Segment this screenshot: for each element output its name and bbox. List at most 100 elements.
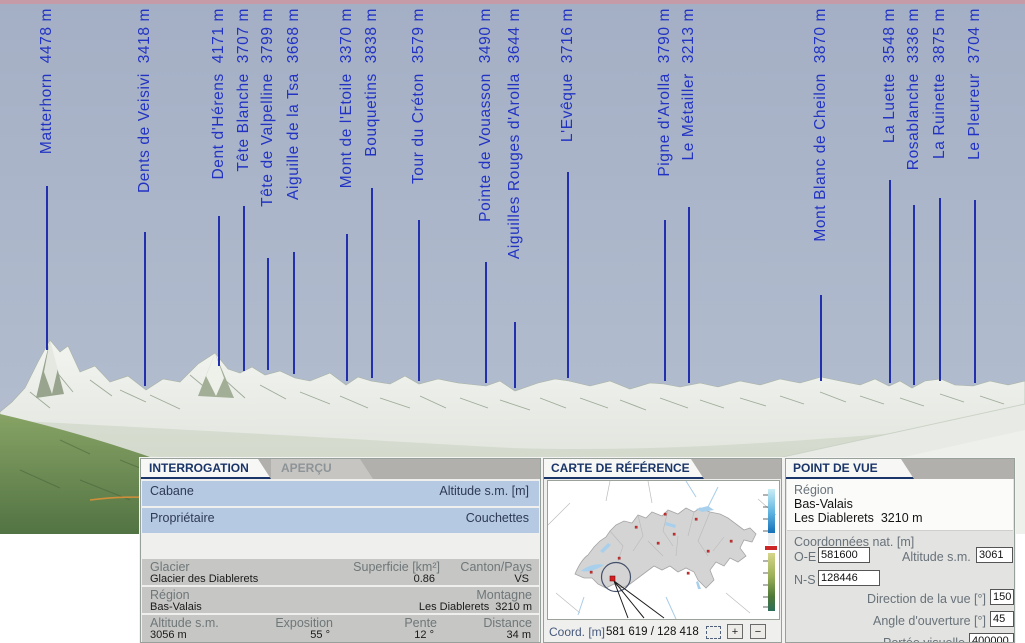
tab-interrogation-label: INTERROGATION <box>149 461 249 475</box>
map-panel-titlebar: CARTE DE RÉFÉRENCE <box>544 459 781 479</box>
altitude-input[interactable] <box>976 547 1013 563</box>
peak-leader-line <box>974 200 976 383</box>
peak-leader-line <box>243 206 245 371</box>
peak-label: Aiguille de la Tsa 3668 m <box>284 8 303 200</box>
viewpoint-dot <box>610 576 615 581</box>
peak-label: Aiguilles Rouges d'Arolla 3644 m <box>505 8 524 259</box>
map-extent-button[interactable] <box>706 626 721 639</box>
hut-altitude-label: Altitude s.m. [m] <box>439 484 529 498</box>
peak-label: Matterhorn 4478 m <box>37 8 56 154</box>
vp-oe-label: O-E <box>794 550 816 564</box>
owner-label: Propriétaire <box>150 511 215 525</box>
aperture-input[interactable] <box>990 611 1014 627</box>
cabane-label: Cabane <box>150 484 194 498</box>
glacier-row: Glacier Superficie [km²] Canton/Pays Gla… <box>142 559 539 585</box>
glacier-value: Glacier des Diablerets <box>150 573 258 585</box>
panorama-view: Matterhorn 4478 m Dents de Veisivi 3418 m… <box>0 0 1025 534</box>
interrogation-panel: APERÇU INTERROGATION Cabane Altitude s.m… <box>140 458 541 643</box>
peak-leader-line <box>371 188 373 378</box>
peak-label: Tête Blanche 3707 m <box>234 8 253 172</box>
tab-bar: APERÇU INTERROGATION <box>141 459 540 479</box>
peak-leader-line <box>267 258 269 370</box>
peak-label: Dents de Veisivi 3418 m <box>135 8 154 193</box>
terrain-row: Altitude s.m. Exposition Pente Distance … <box>142 615 539 643</box>
oe-input[interactable] <box>818 547 870 563</box>
glacier-label: Glacier <box>150 560 190 574</box>
owner-row: Propriétaire Couchettes <box>142 508 539 533</box>
peak-label: Le Pleureur 3704 m <box>965 8 984 160</box>
tab-apercu[interactable]: APERÇU <box>271 459 373 479</box>
exposure-value: 55 ° <box>310 629 330 641</box>
peak-leader-line <box>46 186 48 350</box>
vp-region-label: Région <box>794 483 834 497</box>
vp-location-value: Les Diablerets 3210 m <box>794 511 923 525</box>
peak-label: Bouquetins 3838 m <box>362 8 381 157</box>
map-zoom-out-button[interactable]: − <box>750 624 766 639</box>
altitude-label: Altitude s.m. <box>150 616 219 630</box>
vp-region-value: Bas-Valais <box>794 497 853 511</box>
map-panel-title: CARTE DE RÉFÉRENCE <box>551 461 690 475</box>
peak-leader-line <box>567 172 569 378</box>
peak-label: Tête de Valpelline 3799 m <box>258 8 277 207</box>
viewpoint-panel-title-tab: POINT DE VUE <box>786 459 914 479</box>
peak-leader-line <box>688 207 690 383</box>
vp-altitude-label: Altitude s.m. <box>902 550 971 564</box>
area-label: Superficie [km²] <box>353 560 440 574</box>
peak-leader-line <box>664 220 666 381</box>
peak-label: Pigne d'Arolla 3790 m <box>655 8 674 177</box>
peak-leader-line <box>514 322 516 388</box>
peak-leader-line <box>889 180 891 383</box>
peak-label: Mont Blanc de Cheilon 3870 m <box>811 8 830 242</box>
region-row: Région Montagne Bas-Valais Les Diableret… <box>142 587 539 613</box>
viewpoint-panel-titlebar: POINT DE VUE <box>786 459 1014 479</box>
altitude-value: 3056 m <box>150 629 187 641</box>
peak-leader-line <box>293 252 295 374</box>
exposure-label: Exposition <box>275 616 333 630</box>
distance-label: Distance <box>483 616 532 630</box>
elevation-colorbar <box>763 489 777 611</box>
region-value: Bas-Valais <box>150 601 202 613</box>
reference-map-panel: CARTE DE RÉFÉRENCE <box>543 458 782 643</box>
beds-label: Couchettes <box>466 511 529 525</box>
coord-bar: Coord. [m] 581 619 / 128 418 + − <box>544 622 781 643</box>
mountain-value: Les Diablerets 3210 m <box>419 601 532 613</box>
map-zoom-in-button[interactable]: + <box>727 624 743 639</box>
tab-apercu-label: APERÇU <box>281 461 332 475</box>
switzerland-map-svg <box>548 481 779 619</box>
vp-ns-label: N-S <box>794 573 816 587</box>
distance-value: 34 m <box>507 629 531 641</box>
peak-leader-line <box>485 262 487 383</box>
peak-leader-line <box>144 232 146 386</box>
viewpoint-panel-title: POINT DE VUE <box>793 461 878 475</box>
vp-range-label: Portée visuelle <box>883 636 965 643</box>
peak-label: La Luette 3548 m <box>880 8 899 143</box>
top-strip <box>0 0 1025 4</box>
peak-label: Mont de l'Etoile 3370 m <box>337 8 356 188</box>
canton-label: Canton/Pays <box>460 560 532 574</box>
tab-interrogation[interactable]: INTERROGATION <box>141 459 271 479</box>
peak-leader-line <box>939 198 941 381</box>
peak-label: L'Evêque 3716 m <box>558 8 577 142</box>
peak-label: Dent d'Hérens 4171 m <box>209 8 228 180</box>
peak-leader-line <box>346 234 348 381</box>
peak-label: La Ruinette 3875 m <box>930 8 949 159</box>
mountain-label: Montagne <box>476 588 532 602</box>
viewpoint-panel: POINT DE VUE Région Bas-Valais Les Diabl… <box>785 458 1015 643</box>
peak-label: Rosablanche 3336 m <box>904 8 923 170</box>
peak-leader-line <box>218 216 220 366</box>
slope-value: 12 ° <box>414 629 434 641</box>
ns-input[interactable] <box>818 570 880 586</box>
peak-leader-line <box>820 295 822 381</box>
coord-label: Coord. [m] <box>549 625 605 639</box>
slope-label: Pente <box>404 616 437 630</box>
switzerland-map[interactable] <box>547 480 780 620</box>
view-direction-lines <box>614 581 664 618</box>
direction-input[interactable] <box>990 589 1014 605</box>
region-label: Région <box>150 588 190 602</box>
range-input[interactable] <box>969 633 1014 643</box>
peak-label: Pointe de Vouasson 3490 m <box>476 8 495 222</box>
vp-aperture-label: Angle d'ouverture [°] <box>873 614 986 628</box>
peak-label: Tour du Créton 3579 m <box>409 8 428 184</box>
coord-value: 581 619 / 128 418 <box>606 626 699 638</box>
peak-label: Le Métailler 3213 m <box>679 8 698 160</box>
